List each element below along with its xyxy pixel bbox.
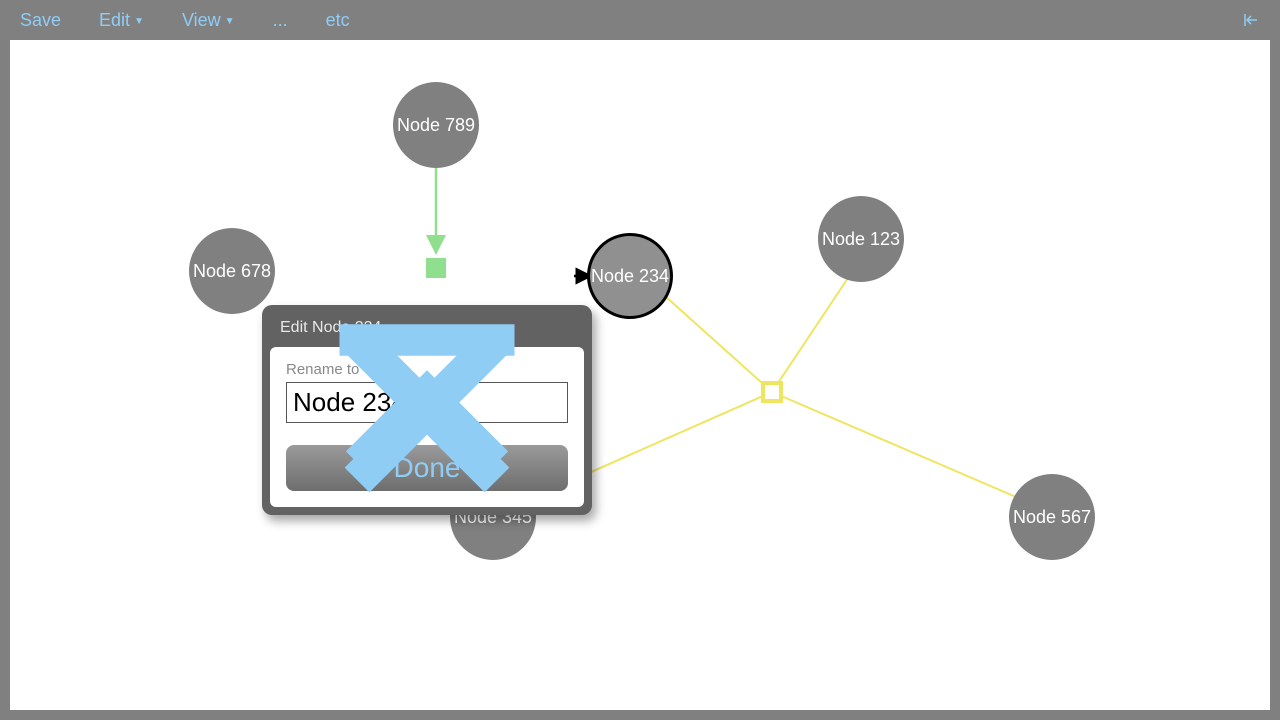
menu-save-label: Save [20, 10, 61, 31]
graph-node-789[interactable]: Node 789 [393, 82, 479, 168]
menu-etc-label: etc [326, 10, 350, 31]
caret-down-icon: ▼ [134, 16, 144, 27]
menu-edit[interactable]: Edit ▼ [99, 10, 144, 31]
menu-view[interactable]: View ▼ [182, 10, 235, 31]
menu-etc[interactable]: etc [326, 10, 350, 31]
dialog-titlebar[interactable]: Edit Node 234 [270, 313, 584, 347]
node-label: Node 789 [397, 115, 475, 136]
close-icon[interactable] [558, 320, 574, 336]
menu-save[interactable]: Save [20, 10, 61, 31]
collapse-sidebar-icon[interactable] [1242, 11, 1260, 29]
menu-edit-label: Edit [99, 10, 130, 31]
app-window: Save Edit ▼ View ▼ ... etc [0, 0, 1280, 720]
graph-edges [10, 40, 1270, 710]
caret-down-icon: ▼ [225, 16, 235, 27]
graph-node-234[interactable]: Node 234 [587, 233, 673, 319]
graph-canvas[interactable]: Node 789 Node 678 Node 234 Node 123 Node… [10, 40, 1270, 710]
graph-node-678[interactable]: Node 678 [189, 228, 275, 314]
edit-node-dialog: Edit Node 234 Rename to Done [262, 305, 592, 515]
graph-node-567[interactable]: Node 567 [1009, 474, 1095, 560]
node-label: Node 123 [822, 229, 900, 250]
node-label: Node 567 [1013, 507, 1091, 528]
node-label: Node 234 [591, 266, 669, 287]
node-label: Node 678 [193, 261, 271, 282]
menu-more-label: ... [273, 10, 288, 31]
menu-more[interactable]: ... [273, 10, 288, 31]
menu-view-label: View [182, 10, 221, 31]
graph-node-123[interactable]: Node 123 [818, 196, 904, 282]
menubar: Save Edit ▼ View ▼ ... etc [0, 0, 1280, 40]
hub-node[interactable] [761, 381, 783, 403]
